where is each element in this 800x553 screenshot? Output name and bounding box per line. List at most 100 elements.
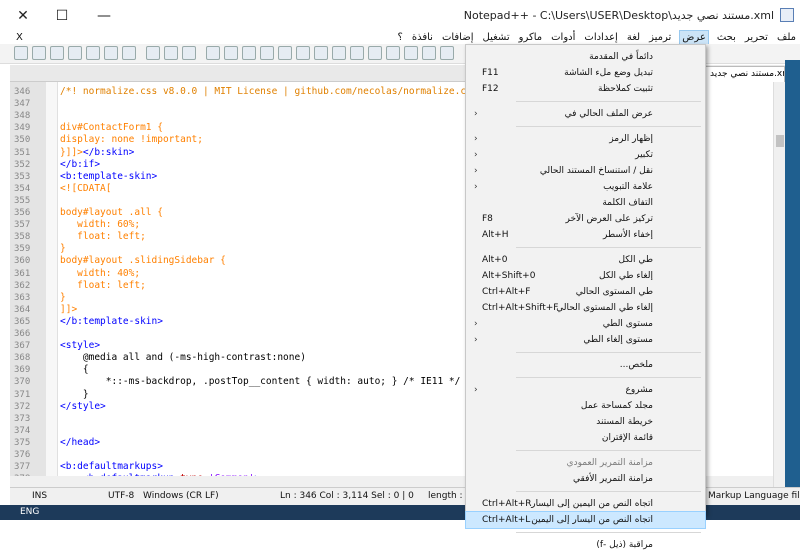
view-menu-item[interactable]: اتجاه النص من اليمين إلى اليسار Ctrl+Alt+…: [466, 496, 705, 512]
vertical-scrollbar[interactable]: [773, 82, 785, 487]
view-menu-item[interactable]: طي الكل Alt+0: [466, 252, 705, 268]
code-text: body#layout .all {: [60, 207, 163, 218]
line-number: 350: [14, 135, 31, 146]
line-number: 346: [14, 87, 31, 97]
close-all-icon[interactable]: [104, 46, 118, 60]
submenu-arrow-icon: ‹: [474, 385, 478, 395]
redo-icon[interactable]: [224, 46, 238, 60]
eol-status: Windows (CR LF): [143, 491, 219, 501]
play-macro-icon[interactable]: [350, 46, 364, 60]
view-menu-item[interactable]: مستوى إلغاء الطي ‹: [466, 332, 705, 348]
menu-item-shortcut: Ctrl+Alt+Shift+F: [482, 303, 559, 313]
run-macro-icon[interactable]: [368, 46, 382, 60]
document-map-icon[interactable]: [422, 46, 436, 60]
menu-item-shortcut: Alt+H: [482, 230, 509, 240]
scroll-thumb[interactable]: [776, 135, 784, 147]
indent-guide-icon[interactable]: [404, 46, 418, 60]
menu-5[interactable]: لغة: [627, 31, 640, 44]
code-text: *::-ms-backdrop, .postTop__content { wid…: [60, 376, 461, 388]
language-indicator[interactable]: ENG: [20, 507, 39, 517]
view-menu-item[interactable]: مراقبة (ذيل -f): [466, 537, 705, 553]
menu-item-label: خريطة المستند: [596, 417, 653, 427]
view-menu-item[interactable]: تبديل وضع ملء الشاشة F11: [466, 65, 705, 81]
view-menu-item[interactable]: طي المستوى الحالي Ctrl+Alt+F: [466, 284, 705, 300]
view-menu-item[interactable]: دائماً في المقدمة: [466, 49, 705, 65]
tab-document[interactable]: مستند نصي جديد.xml: [705, 66, 785, 82]
menu-item-label: نقل / استنساخ المستند الحالي: [539, 166, 653, 176]
print-icon[interactable]: [122, 46, 136, 60]
view-menu-item[interactable]: قائمة الإقتران: [466, 430, 705, 446]
menu-9[interactable]: تشغيل: [483, 31, 510, 44]
menu-item-label: مستوى الطي: [602, 319, 653, 329]
menu-item-label: اتجاه النص من اليسار إلى اليمين: [531, 515, 653, 525]
record-macro-icon[interactable]: [314, 46, 328, 60]
close-icon[interactable]: [86, 46, 100, 60]
copy-icon[interactable]: [164, 46, 178, 60]
view-menu-item[interactable]: علامة التبويب ‹: [466, 179, 705, 195]
code-text: body#layout .slidingSidebar {: [60, 255, 226, 267]
close-window-button[interactable]: ✕: [14, 7, 32, 25]
save-icon[interactable]: [50, 46, 64, 60]
undo-icon[interactable]: [206, 46, 220, 60]
view-menu-item[interactable]: نقل / استنساخ المستند الحالي ‹: [466, 163, 705, 179]
view-menu-item[interactable]: تكبير ‹: [466, 147, 705, 163]
menu-4[interactable]: ترميز: [649, 31, 671, 44]
menu-item-shortcut: Ctrl+Alt+R: [482, 499, 532, 509]
close-document-button[interactable]: X: [16, 31, 23, 44]
menu-3[interactable]: عرض: [679, 30, 709, 45]
menu-6[interactable]: إعدادات: [584, 31, 617, 44]
view-menu-item[interactable]: تركيز على العرض الآخر F8: [466, 211, 705, 227]
menu-1[interactable]: تحرير: [745, 31, 768, 44]
menu-12[interactable]: ؟: [398, 31, 403, 44]
code-text: width: 40%;: [60, 267, 141, 279]
menu-item-shortcut: Ctrl+Alt+F: [482, 287, 531, 297]
replace-icon[interactable]: [260, 46, 274, 60]
code-text: div#ContactForm1 {: [60, 122, 163, 134]
view-menu-item[interactable]: عرض الملف الحالي في ‹: [466, 106, 705, 122]
minimize-window-button[interactable]: —: [95, 7, 113, 25]
menu-separator: [516, 491, 701, 492]
menu-8[interactable]: ماكرو: [519, 31, 543, 44]
view-menu-item[interactable]: إخفاء الأسطر Alt+H: [466, 227, 705, 243]
view-menu-item[interactable]: اتجاه النص من اليسار إلى اليمين Ctrl+Alt+…: [465, 511, 706, 529]
code-text: </b:if>: [60, 158, 101, 170]
line-number: 372: [14, 401, 31, 412]
line-number: 373: [14, 413, 31, 424]
find-icon[interactable]: [242, 46, 256, 60]
paste-icon[interactable]: [182, 46, 196, 60]
view-menu-item[interactable]: مجلد كمساحة عمل: [466, 398, 705, 414]
new-file-icon[interactable]: [14, 46, 28, 60]
notepad-app-icon: [780, 8, 794, 22]
cut-icon[interactable]: [146, 46, 160, 60]
view-menu-item[interactable]: إلغاء طي الكل Alt+Shift+0: [466, 268, 705, 284]
view-menu-item[interactable]: تثبيت كملاحظة F12: [466, 81, 705, 97]
menu-item-label: عرض الملف الحالي في: [564, 109, 653, 119]
view-menu-item[interactable]: إظهار الرمز ‹: [466, 131, 705, 147]
menu-11[interactable]: نافذة: [412, 31, 433, 44]
save-all-icon[interactable]: [68, 46, 82, 60]
function-list-icon[interactable]: [440, 46, 454, 60]
zoom-out-icon[interactable]: [296, 46, 310, 60]
submenu-arrow-icon: ‹: [474, 109, 478, 119]
menu-item-label: ملخص...: [619, 360, 653, 370]
open-file-icon[interactable]: [32, 46, 46, 60]
view-menu-item[interactable]: خريطة المستند: [466, 414, 705, 430]
menu-0[interactable]: ملف: [777, 31, 796, 44]
view-menu-item[interactable]: مزامنة التمرير العمودي: [466, 455, 705, 471]
view-menu-item[interactable]: ملخص...: [466, 357, 705, 373]
view-menu-item[interactable]: إلغاء طي المستوى الحالي Ctrl+Alt+Shift+F: [466, 300, 705, 316]
menu-10[interactable]: إضافات: [442, 31, 474, 44]
menu-2[interactable]: بحث: [717, 31, 736, 44]
menu-item-label: تبديل وضع ملء الشاشة: [564, 68, 653, 78]
line-number: 369: [14, 365, 31, 376]
menu-item-label: مجلد كمساحة عمل: [580, 401, 653, 411]
maximize-window-button[interactable]: ☐: [53, 7, 71, 25]
view-menu-item[interactable]: مشروع ‹: [466, 382, 705, 398]
view-menu-item[interactable]: مستوى الطي ‹: [466, 316, 705, 332]
zoom-in-icon[interactable]: [278, 46, 292, 60]
stop-macro-icon[interactable]: [332, 46, 346, 60]
word-wrap-icon[interactable]: [386, 46, 400, 60]
view-menu-item[interactable]: التفاف الكلمة: [466, 195, 705, 211]
view-menu-item[interactable]: مزامنة التمرير الأفقي: [466, 471, 705, 487]
menu-7[interactable]: أدوات: [551, 31, 575, 44]
